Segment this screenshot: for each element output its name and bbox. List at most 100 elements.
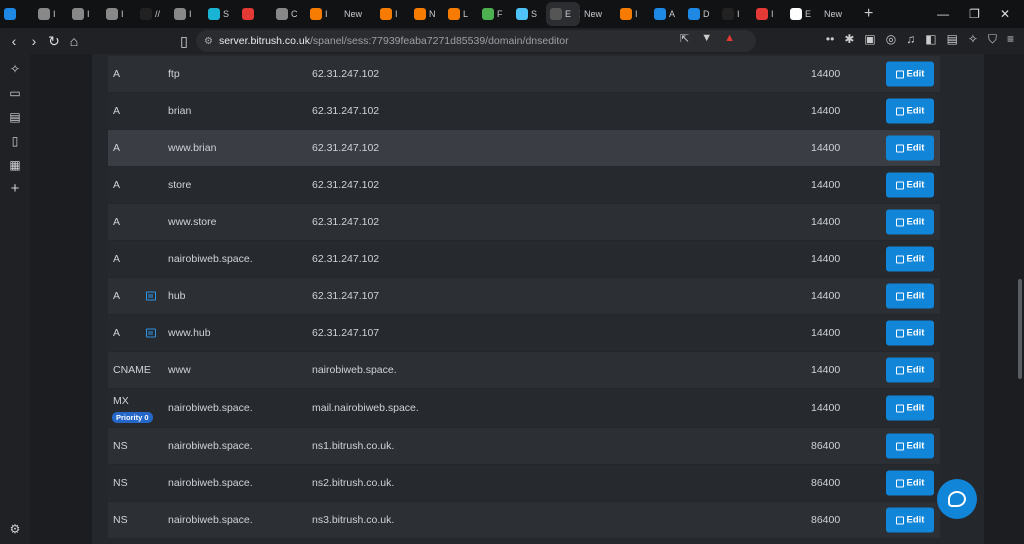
browser-tab[interactable]: I xyxy=(102,2,136,26)
record-value: 62.31.247.107 xyxy=(312,327,380,339)
page-scrollbar[interactable] xyxy=(1018,279,1022,379)
browser-tab[interactable]: New xyxy=(580,2,616,26)
browser-tab[interactable]: A xyxy=(650,2,684,26)
edit-button[interactable]: Edit xyxy=(886,507,934,533)
browser-tab[interactable]: I xyxy=(718,2,752,26)
edit-button[interactable]: Edit xyxy=(886,135,934,161)
edit-button[interactable]: Edit xyxy=(886,283,934,309)
browser-tab[interactable]: E✕ xyxy=(546,2,580,26)
tab-label: L xyxy=(463,9,469,19)
browser-tab[interactable]: F xyxy=(478,2,512,26)
browser-tab[interactable]: D xyxy=(684,2,718,26)
leo-icon[interactable]: ◎ xyxy=(886,32,896,47)
brave-rewards-icon[interactable]: ▲ xyxy=(724,32,735,45)
record-type: CNAME xyxy=(113,364,151,376)
edit-label: Edit xyxy=(906,477,925,489)
tab-favicon-icon xyxy=(174,8,186,20)
edit-button[interactable]: Edit xyxy=(886,61,934,87)
shield-icon[interactable]: ⛉ xyxy=(988,32,997,47)
tab-list: I I I // I S C I New I N L F S E✕ New I A D I I E New xyxy=(0,2,856,26)
table-row: NS nairobiweb.space. ns2.bitrush.co.uk. 864… xyxy=(108,465,940,502)
restore-icon[interactable]: ❐ xyxy=(969,7,980,21)
tab-favicon-icon xyxy=(310,8,322,20)
home-icon[interactable]: ⌂ xyxy=(64,33,84,49)
sidebar-settings-icon[interactable]: ⚙ xyxy=(8,522,22,536)
video-icon[interactable]: ▭ xyxy=(8,86,22,100)
record-ttl: 14400 xyxy=(811,253,841,265)
edit-button[interactable]: Edit xyxy=(886,470,934,496)
browser-tab[interactable]: E xyxy=(786,2,820,26)
leo-ai-icon[interactable]: ✧ xyxy=(8,62,22,76)
wallet-icon[interactable]: ▤ xyxy=(8,110,22,124)
browser-tab[interactable]: I xyxy=(616,2,650,26)
browser-tab[interactable]: N xyxy=(410,2,444,26)
record-value: 62.31.247.102 xyxy=(312,179,380,191)
reload-icon[interactable]: ↻ xyxy=(44,33,64,50)
record-name: hub xyxy=(168,290,186,302)
edit-label: Edit xyxy=(906,514,925,526)
tab-favicon-icon xyxy=(72,8,84,20)
comment-icon[interactable] xyxy=(146,291,156,301)
edit-button[interactable]: Edit xyxy=(886,98,934,124)
table-row: Abrian 62.31.247.102 14400 Edit xyxy=(108,93,940,130)
reading-list-icon[interactable]: ▦ xyxy=(8,158,22,172)
record-type: A xyxy=(113,216,121,228)
share-icon[interactable]: ⇱ xyxy=(680,32,689,45)
browser-tab[interactable]: New xyxy=(340,2,376,26)
browser-tab[interactable]: S xyxy=(204,2,238,26)
comment-icon[interactable] xyxy=(146,328,156,338)
edit-icon xyxy=(895,144,904,152)
browser-tab[interactable]: L xyxy=(444,2,478,26)
browser-tab[interactable]: S xyxy=(512,2,546,26)
browser-tab[interactable] xyxy=(238,2,272,26)
close-window-icon[interactable]: ✕ xyxy=(1000,7,1010,21)
tab-label: A xyxy=(669,9,676,19)
table-row: Awww.store 62.31.247.102 14400 Edit xyxy=(108,204,940,241)
bookmarks-icon[interactable]: ▯ xyxy=(8,134,22,148)
tab-label: F xyxy=(497,9,503,19)
edit-button[interactable]: Edit xyxy=(886,433,934,459)
table-row: CNAME www nairobiweb.space. 14400 Edit xyxy=(108,352,940,389)
record-name: ftp xyxy=(168,68,180,80)
menu-icon[interactable]: ≡ xyxy=(1007,32,1014,47)
browser-tab[interactable]: New xyxy=(820,2,856,26)
tab-label: E xyxy=(805,9,812,19)
edit-button[interactable]: Edit xyxy=(886,357,934,383)
edit-button[interactable]: Edit xyxy=(886,209,934,235)
site-settings-icon[interactable]: ⚙ xyxy=(204,36,213,47)
sidebar-toggle-icon[interactable]: ◧ xyxy=(925,32,936,47)
browser-tab[interactable]: I xyxy=(376,2,410,26)
brave-shield-icon[interactable]: ▼ xyxy=(701,32,712,45)
live-chat-button[interactable] xyxy=(937,479,977,519)
wallet-icon[interactable]: ▤ xyxy=(947,32,958,47)
forward-icon[interactable]: › xyxy=(24,33,44,49)
browser-tab[interactable] xyxy=(0,2,34,26)
address-bar[interactable]: ⚙ server.bitrush.co.uk /spanel/sess:7793… xyxy=(196,30,756,52)
browser-tab[interactable]: I xyxy=(306,2,340,26)
browser-tab[interactable]: // xyxy=(136,2,170,26)
browser-tab[interactable]: I xyxy=(68,2,102,26)
browser-tab[interactable]: I xyxy=(752,2,786,26)
edit-button[interactable]: Edit xyxy=(886,172,934,198)
screenshot-icon[interactable]: ▣ xyxy=(864,32,875,47)
extension-icon[interactable]: •• xyxy=(826,32,834,47)
ai-icon[interactable]: ✧ xyxy=(968,32,978,47)
edit-label: Edit xyxy=(906,216,925,228)
back-icon[interactable]: ‹ xyxy=(4,33,24,49)
bookmark-icon[interactable]: ▯ xyxy=(174,33,194,50)
minimize-icon[interactable]: — xyxy=(937,7,949,21)
tab-strip: III//ISCINewINLFSE✕NewIADIIENew + — ❐ ✕ xyxy=(0,0,1024,28)
browser-tab[interactable]: C xyxy=(272,2,306,26)
new-tab-plus-icon[interactable]: + xyxy=(856,5,881,23)
edit-button[interactable]: Edit xyxy=(886,320,934,346)
edit-button[interactable]: Edit xyxy=(886,395,934,421)
edit-button[interactable]: Edit xyxy=(886,246,934,272)
tab-label: New xyxy=(344,9,363,19)
music-icon[interactable]: ♫ xyxy=(906,32,915,47)
browser-tab[interactable]: I xyxy=(34,2,68,26)
edit-icon xyxy=(895,404,904,412)
puzzle-icon[interactable]: ✱ xyxy=(844,32,854,47)
edit-icon xyxy=(895,181,904,189)
add-panel-icon[interactable]: + xyxy=(8,181,22,196)
browser-tab[interactable]: I xyxy=(170,2,204,26)
